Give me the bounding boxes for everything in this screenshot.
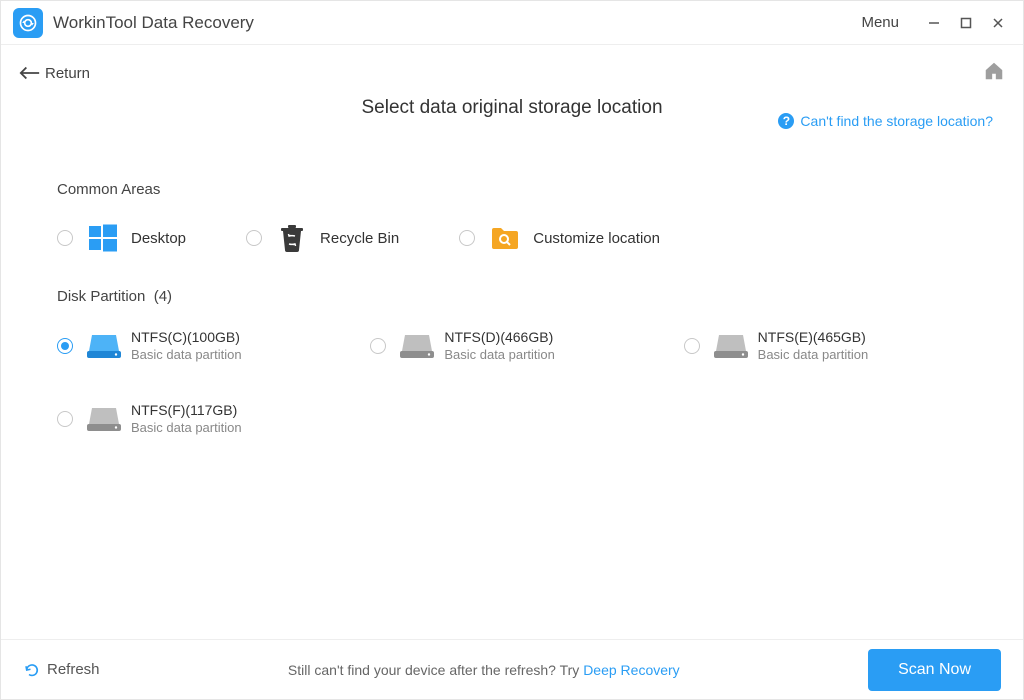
minimize-button[interactable] <box>921 10 947 36</box>
return-label: Return <box>45 65 90 82</box>
option-desktop[interactable]: Desktop <box>57 222 186 254</box>
home-icon <box>983 60 1005 82</box>
refresh-label: Refresh <box>47 661 100 678</box>
radio-partition-d[interactable] <box>370 338 386 354</box>
question-icon: ? <box>778 113 794 129</box>
radio-partition-c[interactable] <box>57 338 73 354</box>
scan-now-button[interactable]: Scan Now <box>868 649 1001 691</box>
radio-customize[interactable] <box>459 230 475 246</box>
drive-icon <box>400 333 434 359</box>
option-label: Recycle Bin <box>320 230 399 247</box>
common-areas-row: Desktop Recycle Bin Customize location <box>57 222 967 254</box>
section-common-label: Common Areas <box>57 181 967 198</box>
app-window: WorkinTool Data Recovery Menu Return Sel… <box>0 0 1024 700</box>
help-link[interactable]: ? Can't find the storage location? <box>778 113 993 129</box>
radio-recycle-bin[interactable] <box>246 230 262 246</box>
titlebar: WorkinTool Data Recovery Menu <box>1 1 1023 45</box>
partition-e[interactable]: NTFS(E)(465GB) Basic data partition <box>684 329 967 362</box>
partition-f[interactable]: NTFS(F)(117GB) Basic data partition <box>57 402 340 435</box>
drive-icon <box>714 333 748 359</box>
app-title: WorkinTool Data Recovery <box>53 13 254 33</box>
windows-icon <box>87 222 119 254</box>
option-label: Desktop <box>131 230 186 247</box>
subheader: Return <box>1 53 1023 93</box>
app-logo-icon <box>13 8 43 38</box>
partition-grid: NTFS(C)(100GB) Basic data partition NTFS… <box>57 329 967 435</box>
partition-name: NTFS(C)(100GB) <box>131 329 242 345</box>
partition-desc: Basic data partition <box>131 420 242 435</box>
radio-partition-f[interactable] <box>57 411 73 427</box>
radio-partition-e[interactable] <box>684 338 700 354</box>
maximize-button[interactable] <box>953 10 979 36</box>
partition-name: NTFS(E)(465GB) <box>758 329 869 345</box>
footer-hint: Still can't find your device after the r… <box>100 662 869 678</box>
section-disk-label: Disk Partition (4) <box>57 288 967 305</box>
refresh-button[interactable]: Refresh <box>23 661 100 679</box>
partition-name: NTFS(D)(466GB) <box>444 329 555 345</box>
partition-desc: Basic data partition <box>131 347 242 362</box>
option-customize-location[interactable]: Customize location <box>459 222 660 254</box>
option-label: Customize location <box>533 230 660 247</box>
partition-c[interactable]: NTFS(C)(100GB) Basic data partition <box>57 329 340 362</box>
deep-recovery-link[interactable]: Deep Recovery <box>583 662 680 678</box>
option-recycle-bin[interactable]: Recycle Bin <box>246 222 399 254</box>
content: Select data original storage location ? … <box>1 93 1023 639</box>
menu-button[interactable]: Menu <box>861 14 899 31</box>
drive-icon <box>87 406 121 432</box>
help-link-label: Can't find the storage location? <box>800 113 993 129</box>
partition-name: NTFS(F)(117GB) <box>131 402 242 418</box>
radio-desktop[interactable] <box>57 230 73 246</box>
partition-desc: Basic data partition <box>758 347 869 362</box>
trash-icon <box>276 222 308 254</box>
return-button[interactable]: Return <box>19 65 90 82</box>
partition-desc: Basic data partition <box>444 347 555 362</box>
home-button[interactable] <box>983 60 1005 87</box>
close-button[interactable] <box>985 10 1011 36</box>
arrow-left-icon <box>19 66 41 80</box>
refresh-icon <box>23 661 41 679</box>
footer: Refresh Still can't find your device aft… <box>1 639 1023 699</box>
partition-d[interactable]: NTFS(D)(466GB) Basic data partition <box>370 329 653 362</box>
drive-icon <box>87 333 121 359</box>
folder-search-icon <box>489 222 521 254</box>
